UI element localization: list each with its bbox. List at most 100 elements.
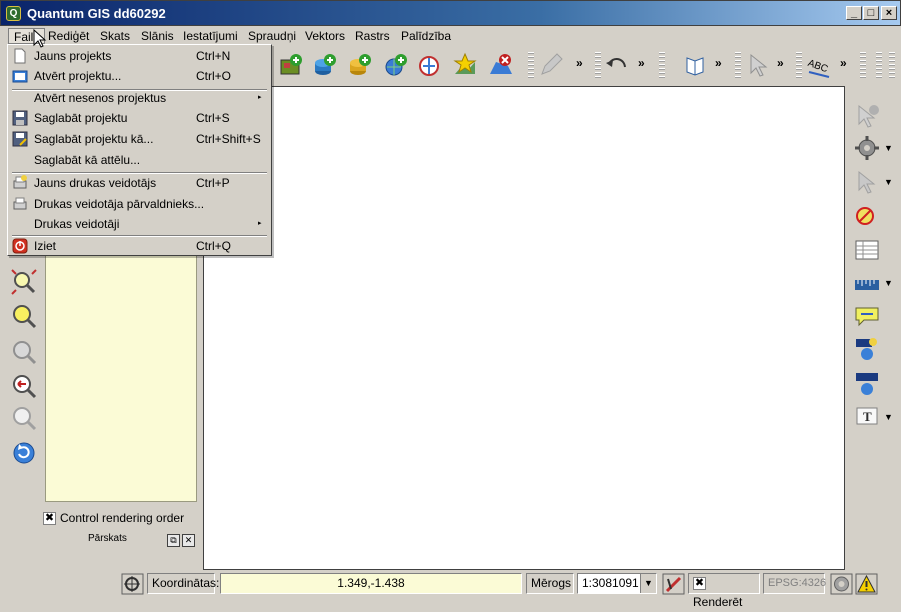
remove-layer-icon[interactable] bbox=[488, 52, 514, 78]
add-postgis-layer-icon[interactable] bbox=[312, 52, 338, 78]
projection-globe-icon[interactable] bbox=[830, 573, 853, 595]
undo-icon[interactable] bbox=[604, 52, 630, 78]
help-book-icon[interactable] bbox=[682, 52, 708, 78]
toolbar-grip[interactable] bbox=[889, 52, 895, 80]
coordinates-field[interactable]: 1.349,-1.438 bbox=[220, 573, 522, 594]
attribute-table-icon[interactable] bbox=[853, 236, 881, 264]
control-rendering-order-checkbox[interactable]: ✖ bbox=[43, 512, 56, 526]
toolbar-grip[interactable] bbox=[595, 52, 601, 80]
new-shapefile-icon[interactable] bbox=[452, 52, 478, 78]
toolbar-overflow-chevron[interactable]: » bbox=[715, 56, 722, 70]
map-tips-icon[interactable] bbox=[853, 302, 881, 330]
toolbar-grip[interactable] bbox=[860, 52, 866, 80]
submenu-arrow-icon: ▸ bbox=[258, 220, 262, 227]
toolbar-grip[interactable] bbox=[735, 52, 741, 80]
map-navigation-toolbar bbox=[4, 252, 42, 472]
printer-icon bbox=[13, 197, 27, 210]
layers-legend-panel[interactable] bbox=[45, 254, 197, 502]
crs-status[interactable]: EPSG:4326 bbox=[763, 573, 826, 594]
toolbar-overflow-chevron[interactable]: » bbox=[638, 56, 645, 70]
menu-print-composer-manager[interactable]: Drukas veidotāja pārvaldnieks... bbox=[10, 194, 269, 214]
render-checkbox[interactable]: ✖ bbox=[693, 577, 706, 591]
render-toggle[interactable]: ✖ Renderēt bbox=[688, 573, 760, 609]
menu-help[interactable]: Palīdzība bbox=[396, 28, 456, 44]
zoom-next-icon[interactable] bbox=[10, 404, 38, 432]
menu-save-project-as[interactable]: Saglabāt projektu kā... Ctrl+Shift+S bbox=[10, 129, 269, 149]
scale-value: 1:3081091 bbox=[582, 576, 639, 590]
menu-edit[interactable]: Rediģēt bbox=[43, 28, 94, 44]
zoom-last-icon[interactable] bbox=[10, 372, 38, 400]
menu-plugins[interactable]: Spraudņi bbox=[243, 28, 301, 44]
add-wfs-layer-icon[interactable] bbox=[417, 52, 443, 78]
toolbar-grip[interactable] bbox=[528, 52, 534, 80]
deselect-all-icon[interactable] bbox=[853, 202, 881, 230]
scale-combobox[interactable]: 1:3081091 ▼ bbox=[577, 573, 657, 594]
add-spatialite-layer-icon[interactable] bbox=[347, 52, 373, 78]
refresh-icon[interactable] bbox=[10, 439, 38, 467]
chevron-down-icon[interactable]: ▼ bbox=[884, 278, 893, 288]
menu-save-project[interactable]: Saglabāt projektu Ctrl+S bbox=[10, 108, 269, 128]
menu-print-composers[interactable]: Drukas veidotāji ▸ bbox=[10, 214, 269, 234]
qgis-logo-icon: Q bbox=[6, 6, 21, 21]
control-rendering-order-label: Control rendering order bbox=[60, 511, 185, 525]
float-dock-button[interactable]: ⧉ bbox=[167, 534, 180, 547]
zoom-full-icon[interactable] bbox=[10, 268, 38, 296]
map-canvas[interactable] bbox=[203, 86, 845, 570]
menu-exit[interactable]: Iziet Ctrl+Q bbox=[10, 236, 269, 256]
add-wms-layer-icon[interactable] bbox=[383, 52, 409, 78]
new-document-icon bbox=[14, 48, 26, 64]
toolbar-grip[interactable] bbox=[659, 52, 665, 80]
close-dock-button[interactable]: ✕ bbox=[182, 534, 195, 547]
select-features-icon[interactable] bbox=[745, 52, 771, 78]
menu-new-print-composer[interactable]: Jauns drukas veidotājs Ctrl+P bbox=[10, 173, 269, 193]
chevron-down-icon[interactable]: ▼ bbox=[884, 177, 893, 187]
new-bookmark-icon[interactable] bbox=[853, 336, 881, 364]
open-project-icon bbox=[12, 70, 28, 83]
text-annotation-icon[interactable]: T bbox=[853, 404, 881, 432]
zoom-to-layer-icon[interactable] bbox=[10, 302, 38, 330]
menu-open-recent[interactable]: Atvērt nesenos projektus ▸ bbox=[10, 88, 269, 108]
warning-icon[interactable] bbox=[855, 573, 878, 595]
minimize-button[interactable]: _ bbox=[846, 6, 862, 20]
toolbar-overflow-chevron[interactable]: » bbox=[576, 56, 583, 70]
add-raster-layer-icon[interactable] bbox=[279, 52, 305, 78]
measure-line-icon[interactable] bbox=[853, 270, 881, 298]
toolbar-overflow-chevron[interactable]: » bbox=[777, 56, 784, 70]
menu-open-project[interactable]: Atvērt projektu... Ctrl+O bbox=[10, 66, 269, 86]
show-bookmarks-icon[interactable] bbox=[853, 370, 881, 398]
toolbar-grip[interactable] bbox=[876, 52, 882, 80]
attributes-toolbar: ▼ ▼ ▼ T ▼ bbox=[847, 86, 901, 566]
scale-label: Mērogs bbox=[526, 573, 574, 594]
overview-dock-header: Pārskats ⧉ ✕ bbox=[45, 532, 198, 550]
file-menu-dropdown: Jauns projekts Ctrl+N Atvērt projektu...… bbox=[7, 44, 272, 256]
toolbar-overflow-chevron[interactable]: » bbox=[840, 56, 847, 70]
label-abc-icon[interactable]: ABC bbox=[806, 52, 832, 78]
menu-layer[interactable]: Slānis bbox=[136, 28, 179, 44]
render-label: Renderēt bbox=[693, 595, 743, 609]
identify-features-icon[interactable] bbox=[853, 102, 881, 130]
close-button[interactable]: × bbox=[881, 6, 897, 20]
menu-vector[interactable]: Vektors bbox=[300, 28, 350, 44]
save-icon bbox=[12, 110, 28, 126]
coordinate-capture-icon[interactable] bbox=[121, 573, 144, 595]
menu-new-project[interactable]: Jauns projekts Ctrl+N bbox=[10, 46, 269, 66]
save-as-icon bbox=[12, 131, 28, 147]
stop-rendering-icon[interactable] bbox=[662, 573, 685, 595]
toolbar-grip[interactable] bbox=[796, 52, 802, 80]
chevron-down-icon[interactable]: ▼ bbox=[640, 574, 656, 593]
menu-settings[interactable]: Iestatījumi bbox=[178, 28, 243, 44]
menu-save-as-image[interactable]: Saglabāt kā attēlu... bbox=[10, 150, 269, 170]
menu-raster[interactable]: Rastrs bbox=[350, 28, 395, 44]
maximize-button[interactable]: □ bbox=[863, 6, 879, 20]
window-title: Quantum GIS dd60292 bbox=[27, 6, 166, 21]
chevron-down-icon[interactable]: ▼ bbox=[884, 143, 893, 153]
chevron-down-icon[interactable]: ▼ bbox=[884, 412, 893, 422]
select-by-wand-icon[interactable] bbox=[853, 168, 881, 196]
menu-view[interactable]: Skats bbox=[95, 28, 135, 44]
control-rendering-order[interactable]: ✖ Control rendering order bbox=[43, 510, 184, 526]
new-print-composer-icon bbox=[13, 175, 27, 189]
title-bar: Q Quantum GIS dd60292 _ □ × bbox=[0, 0, 901, 26]
gear-icon[interactable] bbox=[853, 134, 881, 162]
zoom-to-selection-icon[interactable] bbox=[10, 338, 38, 366]
toggle-editing-icon[interactable] bbox=[538, 52, 564, 78]
